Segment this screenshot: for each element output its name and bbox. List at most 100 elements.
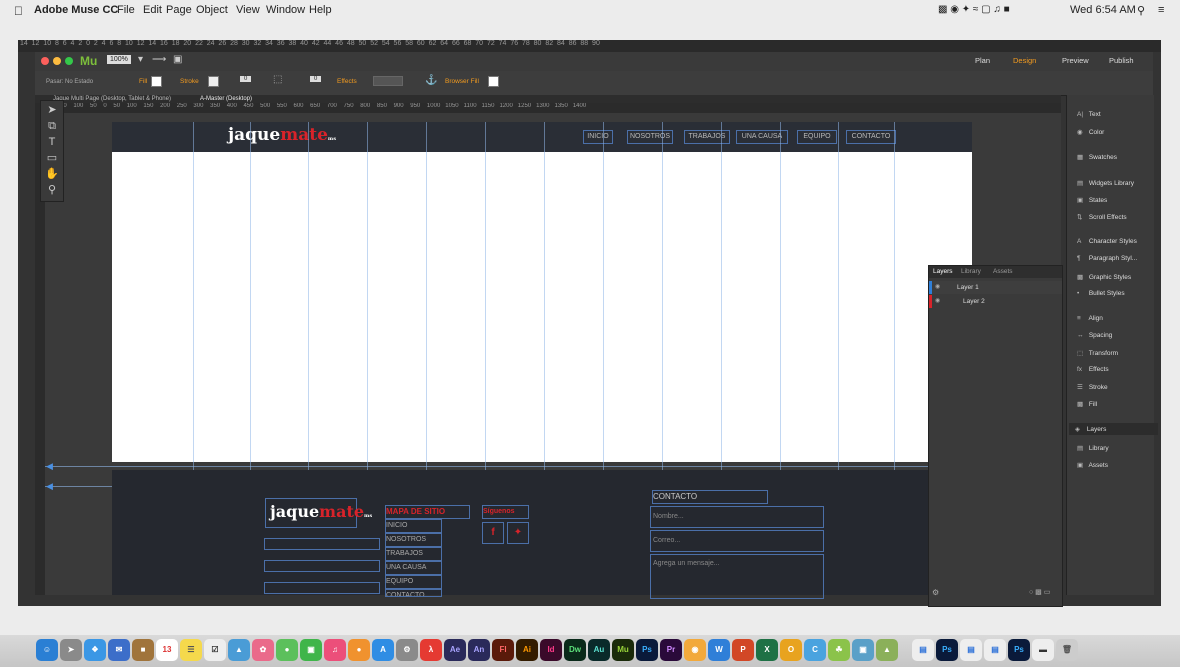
name-field[interactable]: Nombre...: [650, 506, 824, 528]
layer-row[interactable]: ◉ Layer 1: [929, 281, 1062, 294]
menu-page[interactable]: Page: [166, 4, 192, 16]
publish-button[interactable]: Publish: [1109, 56, 1134, 65]
header-logo[interactable]: jaquematems: [228, 125, 336, 145]
site-footer[interactable]: [112, 470, 972, 595]
zoom-window-icon[interactable]: [65, 57, 73, 65]
after-effects-icon[interactable]: Ae: [444, 639, 466, 661]
tab-layers[interactable]: Layers: [933, 268, 953, 275]
panel-scroll-effects[interactable]: ⇅ Scroll Effects: [1077, 213, 1127, 221]
apple-icon[interactable]: : [14, 4, 23, 18]
corner-radius-icon[interactable]: ⬚: [273, 74, 282, 85]
browser-fill-swatch[interactable]: [488, 76, 499, 87]
design-mode-button[interactable]: Design: [1013, 56, 1036, 65]
panel-bullet-styles[interactable]: • Bullet Styles: [1077, 290, 1125, 297]
sitemap-title[interactable]: MAPA DE SITIO: [385, 505, 470, 519]
facetime-icon[interactable]: ▣: [300, 639, 322, 661]
menu-window[interactable]: Window: [266, 4, 305, 16]
hand-tool-icon[interactable]: ✋: [45, 167, 59, 181]
crop-tool-icon[interactable]: ⧉: [45, 119, 59, 133]
clock[interactable]: Wed 6:54 AM: [1070, 4, 1136, 16]
app-menu[interactable]: Adobe Muse CC: [34, 4, 118, 16]
ibooks-icon[interactable]: ●: [348, 639, 370, 661]
downloads-icon[interactable]: ▬: [1032, 639, 1054, 661]
effects-label[interactable]: Effects: [337, 78, 357, 85]
footer-logo[interactable]: jaquematems: [270, 502, 372, 521]
view-mode-icon[interactable]: ▣: [173, 54, 182, 65]
eye-icon[interactable]: ◉: [935, 297, 940, 304]
messages-icon[interactable]: ●: [276, 639, 298, 661]
layers-settings-icon[interactable]: ⚙: [932, 588, 939, 597]
status-icons[interactable]: ▩ ◉ ✦ ≈ ▢ ♫ ■: [938, 4, 1010, 15]
layers-actions-icon[interactable]: ○ ▩ ▭: [1029, 588, 1050, 596]
powerpoint-icon[interactable]: P: [732, 639, 754, 661]
panel-widgets-library[interactable]: ▤ Widgets Library: [1077, 179, 1134, 187]
acrobat-icon[interactable]: λ: [420, 639, 442, 661]
nav-contacto[interactable]: CONTACTO: [846, 130, 896, 144]
mail-icon[interactable]: ✉: [108, 639, 130, 661]
chrome-icon[interactable]: ◉: [684, 639, 706, 661]
panel-effects[interactable]: fx Effects: [1077, 366, 1109, 373]
utility-icon[interactable]: ☘: [828, 639, 850, 661]
eye-icon[interactable]: ◉: [935, 283, 940, 290]
menu-object[interactable]: Object: [196, 4, 228, 16]
panel-stroke[interactable]: ☰ Stroke: [1077, 383, 1108, 391]
photoshop-icon[interactable]: Ps: [636, 639, 658, 661]
panel-layers[interactable]: ◈ Layers: [1069, 423, 1158, 435]
audition-icon[interactable]: Au: [588, 639, 610, 661]
itunes-icon[interactable]: ♫: [324, 639, 346, 661]
panel-swatches[interactable]: ▦ Swatches: [1077, 153, 1117, 161]
document-icon[interactable]: ▤: [960, 639, 982, 661]
image-app-icon[interactable]: ▲: [876, 639, 898, 661]
app-store-icon[interactable]: A: [372, 639, 394, 661]
preview-icon[interactable]: ▣: [852, 639, 874, 661]
panel-text[interactable]: A| Text: [1077, 111, 1101, 118]
panel-character-styles[interactable]: A Character Styles: [1077, 238, 1137, 245]
page-body[interactable]: [112, 152, 972, 462]
facebook-icon[interactable]: f: [482, 522, 504, 544]
nav-trabajos[interactable]: TRABAJOS: [684, 130, 730, 144]
guide-handle-icon[interactable]: ◀: [46, 481, 53, 492]
document-icon[interactable]: ▤: [984, 639, 1006, 661]
sitemap-link-equipo[interactable]: EQUIPO: [385, 575, 442, 589]
panel-spacing[interactable]: ↔ Spacing: [1077, 332, 1112, 339]
panel-states[interactable]: ▣ States: [1077, 196, 1107, 204]
minimize-window-icon[interactable]: [53, 57, 61, 65]
panel-align[interactable]: ≡ Align: [1077, 315, 1103, 322]
launchpad-icon[interactable]: ➤: [60, 639, 82, 661]
hand-toggle-icon[interactable]: ⟶: [152, 54, 166, 65]
photoshop-file-icon[interactable]: Ps: [1008, 639, 1030, 661]
nav-inicio[interactable]: INICIO: [583, 130, 613, 144]
maps-icon[interactable]: ▲: [228, 639, 250, 661]
guide-handle-icon[interactable]: ◀: [46, 461, 53, 472]
panel-assets[interactable]: ▣ Assets: [1077, 461, 1108, 469]
panel-color[interactable]: ◉ Color: [1077, 128, 1104, 136]
zoom-dropdown-icon[interactable]: ▾: [138, 54, 143, 65]
sitemap-link-contacto[interactable]: CONTACTO: [385, 589, 442, 597]
muse-dock-icon[interactable]: Mu: [612, 639, 634, 661]
stroke-width-input[interactable]: 0: [240, 76, 252, 82]
fill-swatch[interactable]: [151, 76, 162, 87]
indesign-icon[interactable]: Id: [540, 639, 562, 661]
sitemap-link-trabajos[interactable]: TRABAJOS: [385, 547, 442, 561]
finder-icon[interactable]: ☺: [36, 639, 58, 661]
menu-view[interactable]: View: [236, 4, 260, 16]
excel-icon[interactable]: X: [756, 639, 778, 661]
menu-edit[interactable]: Edit: [143, 4, 162, 16]
illustrator-icon[interactable]: Ai: [516, 639, 538, 661]
skype-icon[interactable]: C: [804, 639, 826, 661]
document-icon[interactable]: ▤: [912, 639, 934, 661]
flash-icon[interactable]: Fl: [492, 639, 514, 661]
zoom-tool-icon[interactable]: ⚲: [45, 183, 59, 197]
sitemap-link-nosotros[interactable]: NOSOTROS: [385, 533, 442, 547]
system-preferences-icon[interactable]: ⚙: [396, 639, 418, 661]
effects-dropdown[interactable]: [373, 76, 403, 86]
twitter-icon[interactable]: ✦: [507, 522, 529, 544]
animate-icon[interactable]: An: [468, 639, 490, 661]
preview-mode-button[interactable]: Preview: [1062, 56, 1089, 65]
notification-center-icon[interactable]: ≡: [1158, 4, 1164, 16]
word-icon[interactable]: W: [708, 639, 730, 661]
sitemap-link-inicio[interactable]: INICIO: [385, 519, 442, 533]
safari-icon[interactable]: ❖: [84, 639, 106, 661]
rectangle-tool-icon[interactable]: ▭: [45, 151, 59, 165]
panel-fill[interactable]: ▩ Fill: [1077, 400, 1097, 408]
